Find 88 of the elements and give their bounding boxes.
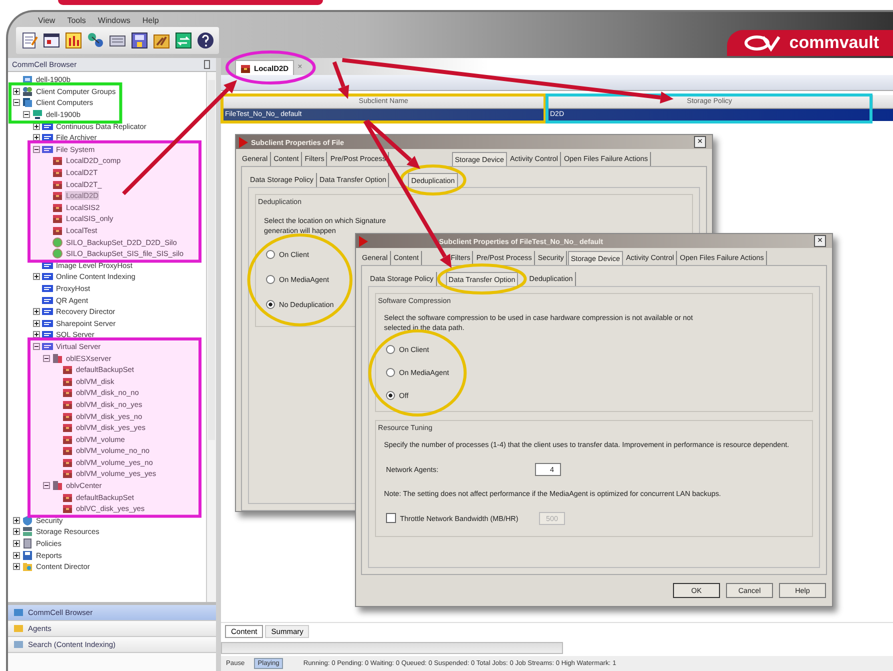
agent-icon [42,260,53,271]
radio-button[interactable] [266,250,275,260]
radio-button[interactable] [266,300,275,310]
radio-button[interactable] [266,275,275,284]
shield-icon [22,514,33,526]
chart-icon[interactable] [64,31,83,50]
floppy-icon [22,550,33,561]
refresh-icon[interactable] [174,31,193,50]
agent-icon [42,271,53,282]
server-icon [52,480,63,492]
storage-icon [22,526,33,538]
radio-button[interactable] [386,368,395,378]
agent-icon [42,282,53,294]
agent-icon [42,294,53,306]
collapse-icon[interactable] [23,111,30,118]
collapse-icon[interactable] [33,342,40,350]
collapse-icon[interactable] [13,99,20,106]
window-icon[interactable] [42,31,61,50]
expand-icon[interactable] [33,331,40,338]
expand-icon[interactable] [13,516,20,524]
scrollbar[interactable] [206,72,216,602]
backupset-icon [62,445,73,456]
folder-icon [22,561,33,572]
logo-text: commvault [789,33,879,53]
backupset-icon [52,167,63,178]
backupset-icon [240,62,251,74]
expand-icon[interactable] [13,552,20,559]
expand-icon[interactable] [33,134,40,142]
backupset-icon [62,364,73,376]
disc-icon [52,236,63,248]
backupset-icon [62,492,73,503]
app-icon [359,236,368,246]
notepad-icon[interactable] [20,31,39,50]
computers-icon [22,97,33,108]
backupset-icon [62,434,73,445]
highlight-ellipse [400,164,466,196]
help-icon[interactable] [196,31,215,50]
menu-item[interactable]: Windows [98,16,130,25]
menu-item[interactable]: View [38,16,56,25]
expand-icon[interactable] [13,563,20,570]
scrollbar[interactable] [221,642,563,654]
expand-icon[interactable] [13,528,20,536]
disc-icon [52,248,63,260]
panel-icon [13,607,24,618]
menu-item[interactable]: Help [142,16,159,25]
radio-button[interactable] [386,345,395,354]
computer-icon [32,109,43,120]
collapse-icon[interactable] [43,482,50,490]
backupset-icon [62,456,73,468]
expand-icon[interactable] [13,540,20,548]
commcell-icon [22,74,33,86]
group-icon [22,86,33,97]
expand-icon[interactable] [33,273,40,280]
collapse-icon[interactable] [43,354,50,362]
panel-icon [13,639,24,650]
backupset-icon [52,202,63,213]
agent-icon [42,329,53,340]
backupset-icon [52,213,63,224]
backupset-icon [52,155,63,166]
network-icon[interactable] [86,31,105,50]
backupset-icon [52,190,63,202]
collapse-icon[interactable] [33,146,40,153]
agent-icon [42,306,53,318]
agent-icon [42,340,53,352]
backupset-icon [52,178,63,190]
backupset-icon [62,410,73,422]
backupset-icon [62,503,73,514]
backupset-icon [62,422,73,434]
backupset-icon [52,225,63,236]
radio-button[interactable] [386,391,395,400]
agent-icon [42,144,53,155]
backupset-icon [62,398,73,410]
expand-icon[interactable] [33,308,40,316]
close-button[interactable]: × [694,136,706,148]
agent-icon [42,132,53,144]
agent-icon [42,318,53,329]
server-icon [52,352,63,364]
document-icon [22,538,33,550]
backupset-icon [62,376,73,387]
expand-icon[interactable] [13,88,20,95]
close-button[interactable]: × [814,235,826,247]
panel-icon [13,623,24,634]
pin-icon[interactable] [204,60,210,69]
backupset-icon [62,468,73,480]
expand-icon[interactable] [33,320,40,327]
menu-item[interactable]: Tools [67,16,86,25]
app-icon [239,136,248,148]
backupset-icon [62,387,73,398]
